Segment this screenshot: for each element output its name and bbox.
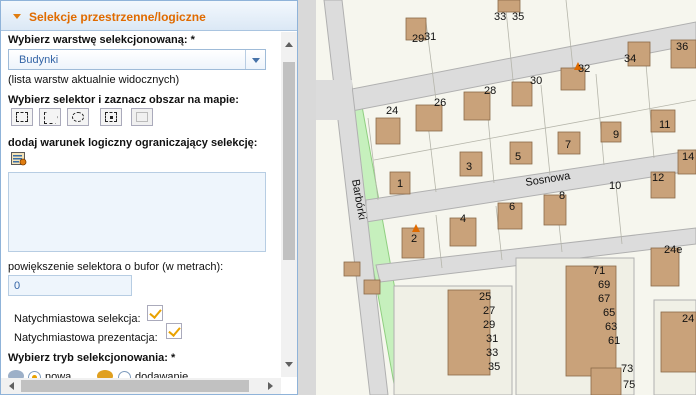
mode-option-dodawanie: dodawanie [135,371,189,378]
layer-dropdown[interactable]: Budynki [8,49,266,70]
panel-content: Wybierz warstwę selekcjonowaną: * Budynk… [1,32,281,378]
selector-label: Wybierz selektor i zaznacz obszar na map… [8,94,239,106]
scroll-down-icon[interactable] [285,362,293,367]
selection-panel: Selekcje przestrzenne/logiczne Wybierz w… [0,0,298,395]
svg-text:4: 4 [460,213,466,225]
instant-presentation-checkbox[interactable] [166,323,182,339]
scroll-up-icon[interactable] [285,42,293,47]
svg-text:35: 35 [488,361,500,373]
svg-text:11: 11 [659,119,670,131]
horizontal-scrollbar[interactable] [1,378,281,394]
buffer-label: powiększenie selektora o bufor (w metrac… [8,261,224,273]
scroll-thumb[interactable] [283,62,295,260]
svg-text:29: 29 [483,319,495,331]
scroll-right-icon[interactable] [268,382,273,390]
mode-label: Wybierz tryb selekcjonowania: * [8,352,176,364]
new-selection-icon [8,370,24,378]
mode-radio-nowa[interactable] [28,371,41,378]
svg-text:71: 71 [593,265,605,277]
svg-text:35: 35 [512,11,524,23]
layer-dropdown-value: Budynki [19,54,59,66]
svg-text:69: 69 [598,279,610,291]
svg-text:63: 63 [605,321,617,333]
svg-text:67: 67 [598,293,610,305]
svg-text:7: 7 [565,139,571,151]
svg-text:32: 32 [578,63,590,75]
svg-text:61: 61 [608,335,620,347]
condition-editor-icon[interactable] [11,152,27,166]
buffer-value: 0 [14,280,21,292]
svg-text:1: 1 [397,178,403,190]
svg-text:65: 65 [603,307,615,319]
svg-text:26: 26 [434,97,446,109]
collapse-arrow-icon[interactable] [13,14,21,19]
svg-text:25: 25 [479,291,491,303]
svg-text:3: 3 [466,161,472,173]
svg-text:28: 28 [484,85,496,97]
map-view[interactable]: 29 31 33 35 34 36 32 30 28 26 24 9 75 31 11 12 … [316,0,696,395]
instant-selection-checkbox[interactable] [147,305,163,321]
svg-text:34: 34 [624,53,636,65]
rectangle-select-icon[interactable] [11,108,33,126]
svg-text:24: 24 [682,313,694,325]
mode-option-nowa: nowa [45,371,72,378]
svg-text:30: 30 [530,75,542,87]
point-select-icon[interactable] [100,108,122,126]
panel-title: Selekcje przestrzenne/logiczne [29,10,206,24]
panel-splitter[interactable] [298,0,316,395]
road-junction [316,80,352,120]
road-north [316,21,696,119]
layer-label: Wybierz warstwę selekcjonowaną: * [8,34,195,46]
svg-text:10: 10 [609,180,621,192]
vertical-scrollbar[interactable] [281,32,297,377]
mode-radio-dodawanie[interactable] [118,371,131,378]
hscroll-thumb[interactable] [21,380,249,392]
polygon-select-icon[interactable] [39,108,61,126]
svg-text:31: 31 [424,31,436,43]
buffer-input[interactable]: 0 [8,275,132,296]
svg-text:12: 12 [652,172,664,184]
svg-text:14: 14 [682,151,694,163]
svg-text:36: 36 [676,41,688,53]
layer-note: (lista warstw aktualnie widocznych) [8,74,180,86]
svg-text:6: 6 [509,201,515,213]
map-canvas[interactable]: 29 31 33 35 3436 3230 2826 249 75 31 1112 … [316,0,696,395]
svg-text:27: 27 [483,305,495,317]
svg-text:9: 9 [613,129,619,141]
condition-textarea[interactable] [8,172,266,252]
disabled-select-icon [131,108,153,126]
chevron-down-icon[interactable] [245,50,265,69]
add-selection-icon [97,370,113,378]
svg-text:8: 8 [559,190,565,202]
svg-text:33: 33 [486,347,498,359]
svg-text:24e: 24e [664,244,682,256]
svg-text:5: 5 [515,151,521,163]
svg-text:73: 73 [621,363,633,375]
svg-text:33: 33 [494,11,506,23]
scroll-left-icon[interactable] [9,382,14,390]
svg-text:2: 2 [411,233,417,245]
instant-presentation-label: Natychmiastowa prezentacja: [14,332,158,344]
condition-label: dodaj warunek logiczny ograniczający sel… [8,137,258,149]
circle-select-icon[interactable] [67,108,89,126]
svg-text:75: 75 [623,379,635,391]
panel-header[interactable]: Selekcje przestrzenne/logiczne [1,1,297,31]
svg-text:24: 24 [386,105,398,117]
instant-selection-label: Natychmiastowa selekcja: [14,313,141,325]
svg-text:31: 31 [486,333,498,345]
svg-text:29: 29 [412,33,424,45]
